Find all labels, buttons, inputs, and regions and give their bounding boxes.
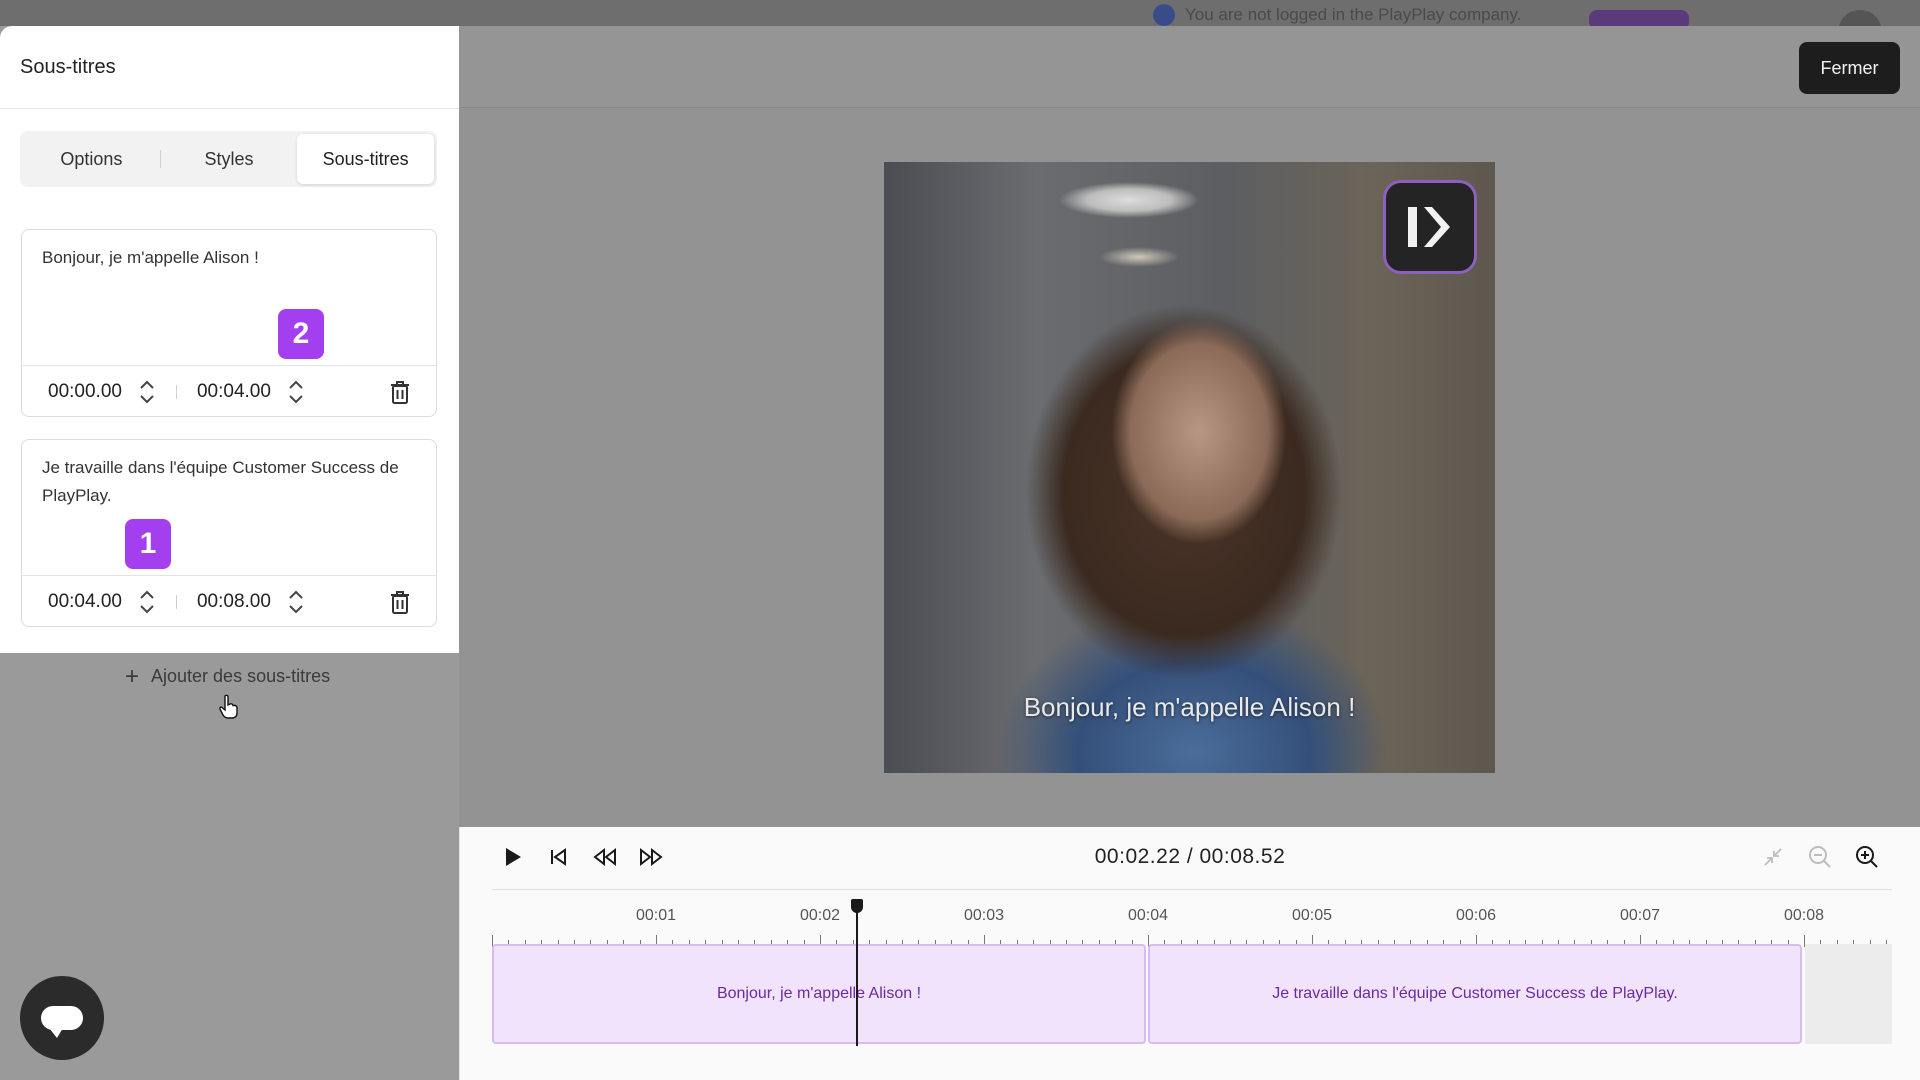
- panel-title: Sous-titres: [20, 56, 116, 78]
- divider: [175, 595, 177, 609]
- pointer-cursor-icon: [218, 694, 240, 726]
- playhead[interactable]: [856, 904, 858, 1046]
- divider: [175, 385, 177, 399]
- playhead-handle[interactable]: [851, 899, 863, 913]
- playback-timecode: 00:02.22 / 00:08.52: [1094, 845, 1286, 868]
- collapse-timeline-button[interactable]: [1757, 843, 1789, 875]
- video-preview[interactable]: Bonjour, je m'appelle Alison !: [884, 162, 1495, 773]
- subtitle-timing-row: 00:00.00 00:04.00: [22, 366, 436, 418]
- zoom-out-button[interactable]: [1804, 843, 1836, 875]
- zoom-out-icon: [1807, 844, 1833, 875]
- ruler-label: 00:03: [963, 907, 1005, 924]
- login-notice: You are not logged in the PlayPlay compa…: [1153, 4, 1521, 26]
- subtitle-clip[interactable]: Bonjour, je m'appelle Alison !: [492, 944, 1146, 1044]
- subtitle-card: Je travaille dans l'équipe Customer Succ…: [21, 439, 437, 627]
- tab-options[interactable]: Options: [23, 134, 160, 184]
- trash-icon[interactable]: [386, 378, 414, 406]
- close-button[interactable]: Fermer: [1799, 42, 1900, 94]
- video-workspace: Fermer Bonjour, je m'appelle Alison !: [459, 26, 1920, 827]
- timeline-ruler[interactable]: 00:01 00:02 00:03 00:04 00:05 00:06 00:07 00:08: [492, 907, 1892, 947]
- subtitle-text-input[interactable]: Bonjour, je m'appelle Alison !: [42, 244, 412, 272]
- tab-subtitles[interactable]: Sous-titres: [297, 134, 435, 184]
- chevron-up-down-icon[interactable]: [285, 375, 307, 409]
- zoom-in-button[interactable]: [1851, 843, 1883, 875]
- ruler-label: 00:04: [1127, 907, 1169, 924]
- chevron-up-down-icon[interactable]: [136, 375, 158, 409]
- add-subtitles-label: Ajouter des sous-titres: [151, 666, 331, 686]
- track-empty-area: [1805, 944, 1892, 1044]
- player-panel: 00:02.22 / 00:08.52 00:01 00:02 00:03 00:04…: [459, 827, 1920, 1080]
- end-time-field[interactable]: 00:04.00: [197, 366, 307, 418]
- subtitle-card: Bonjour, je m'appelle Alison ! 00:00.00 …: [21, 229, 437, 417]
- ruler-label: 00:02: [799, 907, 841, 924]
- ruler-label: 00:08: [1783, 907, 1825, 924]
- ruler-label: 00:06: [1455, 907, 1497, 924]
- divider: [0, 108, 459, 109]
- video-caption: Bonjour, je m'appelle Alison !: [1023, 692, 1356, 722]
- login-notice-text: You are not logged in the PlayPlay compa…: [1185, 5, 1522, 24]
- subtitle-text-input[interactable]: Je travaille dans l'équipe Customer Succ…: [42, 454, 412, 510]
- app-topbar: You are not logged in the PlayPlay compa…: [0, 0, 1920, 40]
- add-subtitles-button[interactable]: + Ajouter des sous-titres: [125, 662, 331, 690]
- subtitle-track: Bonjour, je m'appelle Alison ! Je travail…: [492, 944, 1892, 1044]
- chevron-up-down-icon[interactable]: [285, 585, 307, 619]
- end-time-value[interactable]: 00:08.00: [197, 591, 271, 613]
- end-time-field[interactable]: 00:08.00: [197, 576, 307, 628]
- collapse-icon: [1761, 845, 1785, 874]
- subtitle-clip[interactable]: Je travaille dans l'équipe Customer Succ…: [1148, 944, 1802, 1044]
- chevron-up-down-icon[interactable]: [136, 585, 158, 619]
- ruler-label: 00:07: [1619, 907, 1661, 924]
- start-time-field[interactable]: 00:04.00: [48, 576, 158, 628]
- step-badge-2: 2: [278, 309, 324, 359]
- subtitles-panel-content: Sous-titres Options Styles Sous-titres B…: [0, 26, 459, 653]
- end-time-value[interactable]: 00:04.00: [197, 381, 271, 403]
- workspace-header: Fermer: [459, 26, 1920, 108]
- step-badge-1: 1: [125, 519, 171, 569]
- start-time-field[interactable]: 00:00.00: [48, 366, 158, 418]
- start-time-value[interactable]: 00:04.00: [48, 591, 122, 613]
- ruler-label: 00:01: [635, 907, 677, 924]
- ruler-label: 00:05: [1291, 907, 1333, 924]
- chat-icon: [41, 1006, 83, 1038]
- zoom-in-icon: [1854, 844, 1880, 875]
- info-icon: [1153, 4, 1175, 26]
- panel-tabs: Options Styles Sous-titres: [20, 131, 437, 187]
- playplay-logo-icon: [1383, 180, 1477, 274]
- tab-styles[interactable]: Styles: [161, 134, 298, 184]
- chat-support-button[interactable]: [20, 976, 104, 1060]
- divider: [492, 889, 1892, 890]
- trash-icon[interactable]: [386, 588, 414, 616]
- plus-icon: +: [125, 662, 140, 690]
- subtitle-timing-row: 00:04.00 00:08.00: [22, 576, 436, 628]
- subtitles-panel: Sous-titres Options Styles Sous-titres B…: [0, 26, 459, 1080]
- start-time-value[interactable]: 00:00.00: [48, 381, 122, 403]
